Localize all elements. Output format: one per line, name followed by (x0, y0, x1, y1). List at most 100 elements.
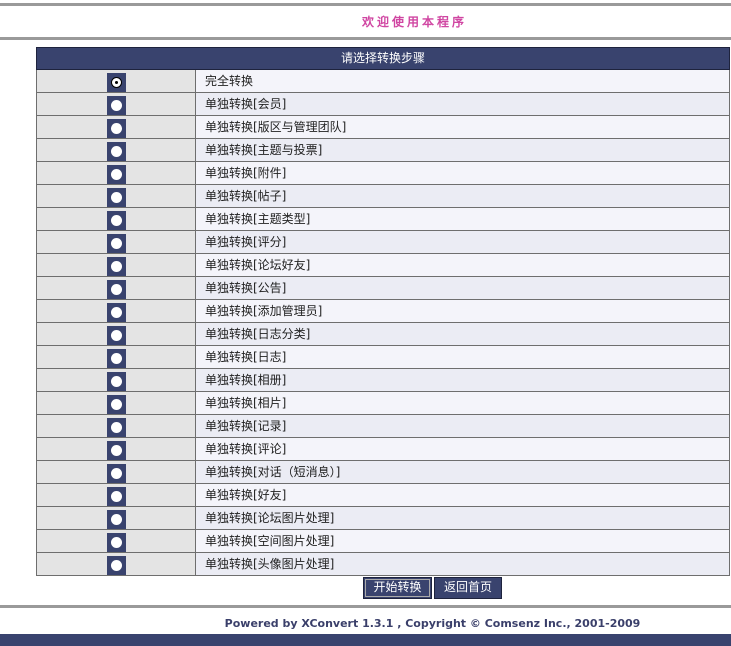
table-row[interactable]: 单独转换[版区与管理团队] (36, 115, 730, 139)
step-label: 单独转换[主题类型] (195, 207, 730, 231)
step-label: 单独转换[论坛好友] (195, 253, 730, 277)
radio-cell (36, 184, 196, 208)
radio-cell (36, 506, 196, 530)
step-label: 单独转换[附件] (195, 161, 730, 185)
radio-indicator-icon (110, 214, 122, 226)
step-radio-button[interactable] (106, 141, 126, 161)
radio-indicator-icon (110, 329, 122, 341)
table-row[interactable]: 单独转换[会员] (36, 92, 730, 116)
start-conversion-button[interactable]: 开始转换 (363, 577, 432, 599)
step-radio-button[interactable] (106, 302, 126, 322)
step-radio-button[interactable] (106, 164, 126, 184)
table-row[interactable]: 单独转换[好友] (36, 483, 730, 507)
radio-indicator-icon (110, 444, 122, 456)
table-row[interactable]: 单独转换[日志] (36, 345, 730, 369)
step-radio-button[interactable] (106, 348, 126, 368)
radio-cell (36, 483, 196, 507)
step-label: 单独转换[日志] (195, 345, 730, 369)
radio-cell (36, 437, 196, 461)
radio-cell (36, 552, 196, 576)
step-label: 单独转换[版区与管理团队] (195, 115, 730, 139)
table-row[interactable]: 单独转换[对话（短消息）] (36, 460, 730, 484)
table-row[interactable]: 单独转换[公告] (36, 276, 730, 300)
table-row[interactable]: 单独转换[相片] (36, 391, 730, 415)
radio-cell (36, 138, 196, 162)
step-radio-button[interactable] (106, 233, 126, 253)
step-label: 单独转换[好友] (195, 483, 730, 507)
table-row[interactable]: 单独转换[主题类型] (36, 207, 730, 231)
step-radio-button[interactable] (106, 325, 126, 345)
table-row[interactable]: 单独转换[论坛好友] (36, 253, 730, 277)
radio-cell (36, 230, 196, 254)
radio-indicator-icon (110, 375, 122, 387)
table-row[interactable]: 完全转换 (36, 69, 730, 93)
radio-cell (36, 161, 196, 185)
table-row[interactable]: 单独转换[添加管理员] (36, 299, 730, 323)
radio-cell (36, 69, 196, 93)
radio-indicator-icon (110, 490, 122, 502)
step-label: 单独转换[空间图片处理] (195, 529, 730, 553)
step-label: 单独转换[记录] (195, 414, 730, 438)
return-home-button[interactable]: 返回首页 (434, 577, 502, 599)
conversion-steps-table: 请选择转换步骤 完全转换 单独转换[会员] 单独转换[版区与管理团队] 单独转换[主题… (36, 47, 730, 576)
page: 欢迎使用本程序 请选择转换步骤 完全转换 单独转换[会员] 单独转换[版区与管理团队… (0, 0, 731, 646)
step-radio-button[interactable] (106, 486, 126, 506)
radio-cell (36, 207, 196, 231)
radio-indicator-icon (110, 306, 122, 318)
radio-cell (36, 529, 196, 553)
step-radio-button[interactable] (106, 256, 126, 276)
radio-cell (36, 345, 196, 369)
welcome-title: 欢迎使用本程序 (361, 15, 467, 29)
steps-list: 完全转换 单独转换[会员] 单独转换[版区与管理团队] 单独转换[主题与投票] 单独转换… (36, 69, 730, 576)
step-label: 单独转换[头像图片处理] (195, 552, 730, 576)
radio-indicator-icon (110, 260, 122, 272)
table-row[interactable]: 单独转换[帖子] (36, 184, 730, 208)
radio-indicator-icon (110, 513, 122, 525)
step-label: 单独转换[论坛图片处理] (195, 506, 730, 530)
step-radio-button[interactable] (106, 532, 126, 552)
step-radio-button[interactable] (106, 463, 126, 483)
step-label: 单独转换[相册] (195, 368, 730, 392)
step-label: 单独转换[相片] (195, 391, 730, 415)
step-radio-button[interactable] (106, 555, 126, 575)
top-divider (0, 3, 731, 6)
table-row[interactable]: 单独转换[空间图片处理] (36, 529, 730, 553)
step-label: 单独转换[添加管理员] (195, 299, 730, 323)
radio-indicator-icon (110, 145, 122, 157)
table-row[interactable]: 单独转换[附件] (36, 161, 730, 185)
step-label: 单独转换[日志分类] (195, 322, 730, 346)
table-row[interactable]: 单独转换[论坛图片处理] (36, 506, 730, 530)
table-row[interactable]: 单独转换[头像图片处理] (36, 552, 730, 576)
step-radio-button[interactable] (106, 417, 126, 437)
step-radio-button[interactable] (106, 95, 126, 115)
table-row[interactable]: 单独转换[主题与投票] (36, 138, 730, 162)
step-radio-button[interactable] (106, 72, 126, 92)
radio-cell (36, 115, 196, 139)
step-radio-button[interactable] (106, 509, 126, 529)
radio-indicator-icon (110, 467, 122, 479)
table-row[interactable]: 单独转换[相册] (36, 368, 730, 392)
radio-cell (36, 391, 196, 415)
radio-indicator-icon (110, 191, 122, 203)
table-row[interactable]: 单独转换[记录] (36, 414, 730, 438)
step-radio-button[interactable] (106, 210, 126, 230)
step-label: 单独转换[帖子] (195, 184, 730, 208)
step-radio-button[interactable] (106, 279, 126, 299)
radio-indicator-icon (110, 237, 122, 249)
table-row[interactable]: 单独转换[评分] (36, 230, 730, 254)
radio-cell (36, 276, 196, 300)
radio-indicator-icon (110, 536, 122, 548)
step-label: 完全转换 (195, 69, 730, 93)
table-row[interactable]: 单独转换[评论] (36, 437, 730, 461)
radio-cell (36, 368, 196, 392)
radio-indicator-icon (110, 168, 122, 180)
step-radio-button[interactable] (106, 371, 126, 391)
radio-indicator-icon (110, 99, 122, 111)
step-radio-button[interactable] (106, 187, 126, 207)
table-row[interactable]: 单独转换[日志分类] (36, 322, 730, 346)
step-radio-button[interactable] (106, 440, 126, 460)
footer-copyright: Powered by XConvert 1.3.1 , Copyright © … (224, 617, 641, 630)
step-label: 单独转换[评论] (195, 437, 730, 461)
step-radio-button[interactable] (106, 394, 126, 414)
step-radio-button[interactable] (106, 118, 126, 138)
